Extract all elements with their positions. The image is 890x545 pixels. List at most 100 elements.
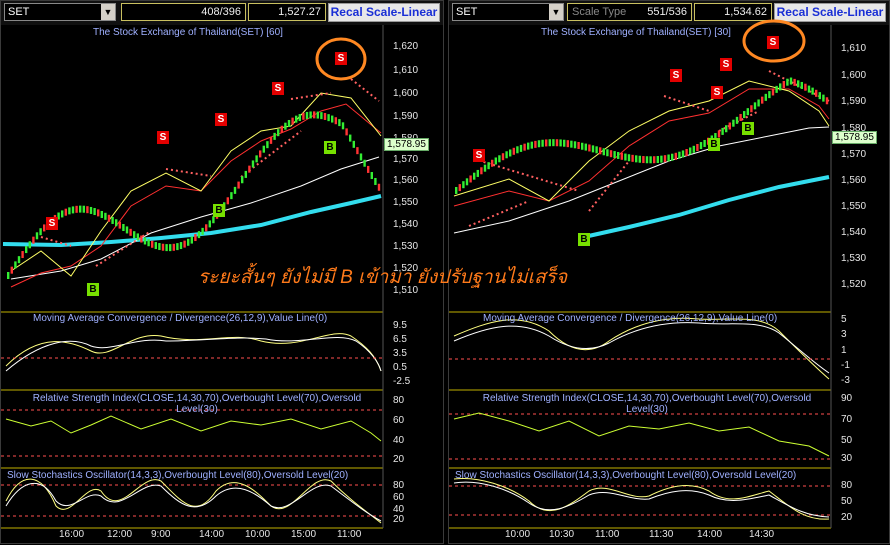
candle <box>602 148 605 156</box>
candle <box>370 172 373 180</box>
candle <box>768 91 771 99</box>
candle <box>226 197 229 205</box>
left-time-tick: 9:00 <box>151 529 171 540</box>
candle <box>462 181 465 189</box>
right-price-tick: 1,560 <box>841 175 867 186</box>
candle <box>498 155 501 163</box>
candle <box>316 111 319 119</box>
sell-signal-icon: S <box>670 69 682 82</box>
left-price-tick: 1,610 <box>393 65 419 76</box>
sell-signal-icon: S <box>335 52 347 65</box>
candle <box>555 139 559 147</box>
candle <box>111 216 114 224</box>
left-stoch-title: Slow Stochastics Oscillator(14,3,3),Over… <box>7 470 349 481</box>
candle <box>746 108 749 116</box>
right-price-tick: 1,530 <box>841 253 867 264</box>
candle <box>122 224 125 232</box>
candle <box>320 112 323 120</box>
candle <box>642 156 645 164</box>
candle <box>269 136 273 144</box>
left-rsi-tick: 20 <box>393 454 405 465</box>
candle <box>523 143 526 151</box>
candle <box>678 151 681 159</box>
candle <box>548 139 551 147</box>
candle <box>750 105 753 113</box>
candle <box>818 92 821 100</box>
candle <box>349 134 352 142</box>
right-price-tick: 1,540 <box>841 227 867 238</box>
right-macd-tick: -3 <box>841 375 850 386</box>
candle <box>674 152 677 160</box>
right-rsi-tick: 30 <box>841 453 853 464</box>
candle <box>771 88 775 96</box>
candle <box>291 117 294 125</box>
sell-signal-icon: S <box>720 58 732 71</box>
candle <box>764 93 767 101</box>
candle <box>631 154 634 162</box>
candle <box>107 214 111 222</box>
candle <box>363 159 366 167</box>
right-time-tick: 11:30 <box>649 529 674 540</box>
candle <box>255 155 258 163</box>
right-price-tick: 1,550 <box>841 201 867 212</box>
candle <box>302 112 305 120</box>
sell-signal-icon: S <box>46 217 58 230</box>
right-stoch-tick: 20 <box>841 512 853 523</box>
right-time-tick: 14:30 <box>749 529 775 540</box>
candle <box>635 155 638 163</box>
candle <box>692 145 695 153</box>
left-rsi-title: Relative Strength Index(CLOSE,14,30,70),… <box>32 393 362 415</box>
left-price-tick: 1,560 <box>393 175 419 186</box>
candle <box>118 221 121 229</box>
candle <box>262 145 265 153</box>
candle <box>104 212 107 220</box>
candle <box>530 141 533 149</box>
candle <box>689 147 692 155</box>
candle <box>165 244 168 252</box>
candle <box>133 231 136 239</box>
candle <box>93 208 96 216</box>
candle <box>512 147 515 155</box>
candle <box>491 159 494 167</box>
candle <box>136 233 139 241</box>
right-rsi-title: Relative Strength Index(CLOSE,14,30,70),… <box>482 393 812 415</box>
candle <box>494 157 497 165</box>
right-macd-tick: 5 <box>841 314 847 325</box>
sell-signal-icon: S <box>157 131 169 144</box>
candle <box>685 149 688 157</box>
candle <box>237 181 240 189</box>
candle <box>277 129 280 137</box>
candle <box>570 140 573 148</box>
candle <box>458 184 461 192</box>
candle <box>32 236 35 244</box>
candle <box>721 127 724 135</box>
candle <box>516 146 519 154</box>
candle <box>284 122 287 130</box>
candle <box>14 261 17 269</box>
candle <box>359 153 363 161</box>
candle <box>241 176 244 184</box>
sell-signal-icon: S <box>272 82 284 95</box>
candle <box>233 186 237 194</box>
candle <box>645 156 649 164</box>
candle <box>800 81 803 89</box>
candle <box>190 236 193 244</box>
candle <box>273 132 276 140</box>
candle <box>609 150 613 158</box>
candle <box>327 114 330 122</box>
candle <box>624 153 627 161</box>
candle <box>717 130 721 138</box>
candle <box>627 154 631 162</box>
buy-signal-icon: B <box>742 122 754 135</box>
sell-signal-icon: S <box>473 149 485 162</box>
candle <box>298 114 301 122</box>
candle <box>519 144 523 152</box>
left-price-tick: 1,620 <box>393 41 419 52</box>
candle <box>465 178 469 186</box>
candle <box>617 151 620 159</box>
candle <box>782 80 785 88</box>
candle <box>28 241 31 249</box>
candle <box>591 145 595 153</box>
left-macd-tick: 6.5 <box>393 334 407 345</box>
candle <box>169 244 172 252</box>
